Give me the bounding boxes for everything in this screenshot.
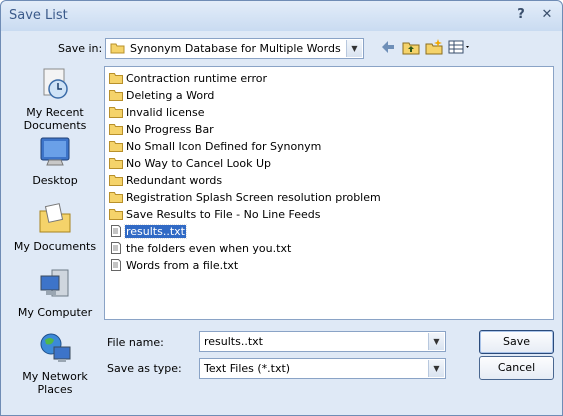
place-my-recent-documents[interactable]: My Recent Documents (11, 67, 99, 132)
file-name: No Small Icon Defined for Synonym (126, 140, 322, 153)
help-button[interactable]: ? (513, 7, 529, 23)
folder-icon (109, 158, 123, 169)
new-folder-icon[interactable] (425, 38, 443, 56)
cancel-button[interactable]: Cancel (479, 356, 554, 380)
folder-icon (109, 209, 123, 220)
text-file-icon (111, 242, 121, 254)
save-as-type-dropdown[interactable]: Text Files (*.txt) ▼ (199, 358, 446, 379)
file-name-combo[interactable]: results..txt ▼ (199, 331, 446, 352)
file-name-value: results..txt (204, 335, 263, 348)
place-my-computer[interactable]: My Computer (11, 267, 99, 319)
place-label: My Network Places (22, 370, 88, 396)
folder-icon (109, 73, 123, 84)
save-in-dropdown[interactable]: Synonym Database for Multiple Words ▼ (105, 38, 364, 59)
folder-icon (109, 107, 123, 118)
file-list[interactable]: Contraction runtime error Deleting a Wor… (104, 66, 554, 320)
save-as-type-value: Text Files (*.txt) (204, 362, 291, 375)
file-name: Registration Splash Screen resolution pr… (126, 191, 381, 204)
file-name: Redundant words (126, 174, 223, 187)
place-my-documents[interactable]: My Documents (11, 201, 99, 253)
text-file-icon (111, 225, 121, 237)
file-name: Words from a file.txt (126, 259, 239, 272)
file-name: No Way to Cancel Look Up (126, 157, 271, 170)
desktop-icon (40, 137, 70, 166)
place-label: My Computer (17, 306, 93, 319)
my-documents-icon (39, 203, 71, 233)
place-my-network-places[interactable]: My Network Places (11, 331, 99, 396)
folder-icon (109, 124, 123, 135)
file-name: Contraction runtime error (126, 72, 268, 85)
place-label: My Recent Documents (23, 106, 87, 132)
place-label: Desktop (32, 174, 78, 187)
chevron-down-icon[interactable]: ▼ (428, 333, 444, 350)
close-button[interactable]: ✕ (539, 7, 555, 23)
window-title: Save List (9, 8, 68, 23)
place-label: My Documents (13, 240, 97, 253)
recent-documents-icon (43, 68, 68, 99)
title-bar[interactable]: Save List ? ✕ (1, 1, 562, 31)
folder-icon (109, 141, 123, 152)
network-places-icon (40, 333, 71, 362)
chevron-down-icon[interactable]: ▼ (428, 360, 444, 377)
folder-icon (109, 175, 123, 186)
folder-icon (109, 90, 123, 101)
file-name: Invalid license (126, 106, 205, 119)
file-name: results..txt (124, 224, 187, 239)
save-in-label: Save in: (58, 42, 103, 55)
file-name-label: File name: (107, 336, 164, 349)
file-name: No Progress Bar (126, 123, 214, 136)
save-in-value: Synonym Database for Multiple Words (130, 42, 341, 55)
save-list-dialog: Save List ? ✕ Save in: Synonym Database … (0, 0, 563, 416)
file-name: the folders even when you.txt (126, 242, 292, 255)
save-as-type-label: Save as type: (107, 362, 182, 375)
up-folder-icon[interactable] (402, 38, 420, 56)
text-file-icon (111, 259, 121, 271)
folder-icon (109, 192, 123, 203)
file-name: Deleting a Word (126, 89, 215, 102)
save-button[interactable]: Save (479, 330, 554, 354)
place-desktop[interactable]: Desktop (11, 135, 99, 187)
back-icon[interactable] (379, 38, 397, 56)
file-name: Save Results to File - No Line Feeds (126, 208, 321, 221)
my-computer-icon (40, 269, 69, 297)
folder-icon (110, 43, 125, 54)
chevron-down-icon[interactable]: ▼ (346, 40, 362, 57)
views-menu-icon[interactable] (448, 38, 472, 56)
